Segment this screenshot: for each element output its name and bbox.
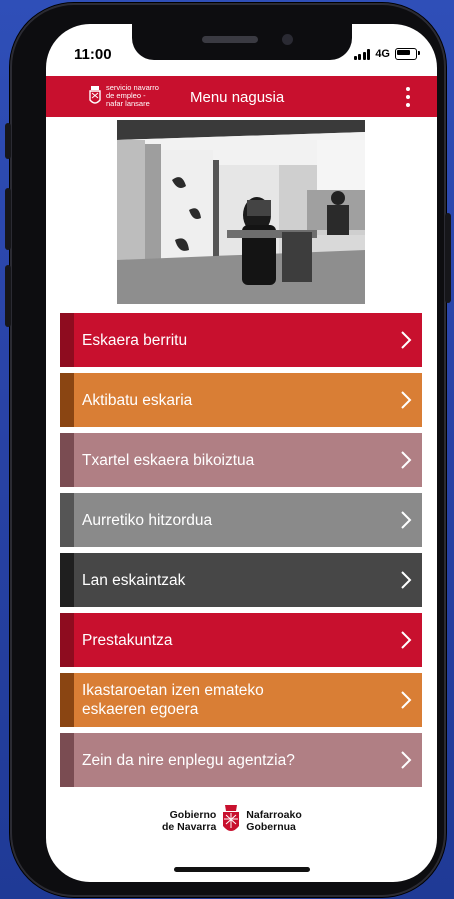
menu-item-stripe bbox=[60, 313, 74, 367]
screen: 11:00 4G servicio navarro de empleo - na… bbox=[46, 24, 437, 882]
chevron-right-icon bbox=[401, 511, 412, 529]
chevron-right-icon bbox=[401, 451, 412, 469]
menu-item-label: Zein da nire enplegu agentzia? bbox=[82, 751, 295, 769]
menu-item-txartel-eskaera[interactable]: Txartel eskaera bikoiztua bbox=[60, 433, 422, 487]
menu-item-stripe bbox=[60, 673, 74, 727]
office-photo bbox=[117, 120, 365, 304]
page-title: Menu nagusia bbox=[190, 89, 285, 106]
chevron-right-icon bbox=[401, 391, 412, 409]
menu-item-label: Eskaera berritu bbox=[82, 331, 188, 349]
footer-text-eu: Nafarroako Gobernua bbox=[246, 809, 301, 833]
footer-es-line-2: de Navarra bbox=[162, 821, 217, 833]
navarra-coat-of-arms-icon bbox=[223, 805, 240, 831]
notch bbox=[132, 24, 352, 60]
status-icons: 4G bbox=[353, 48, 420, 60]
menu-item-stripe bbox=[60, 553, 74, 607]
menu-item-prestakuntza[interactable]: Prestakuntza bbox=[60, 613, 422, 667]
home-indicator[interactable] bbox=[174, 867, 310, 872]
footer-text-es: Gobierno de Navarra bbox=[162, 809, 216, 833]
menu-item-aktibatu-eskaria[interactable]: Aktibatu eskaria bbox=[60, 373, 422, 427]
menu-item-stripe bbox=[60, 733, 74, 787]
menu-item-label-line-2: eskaeren egoera bbox=[82, 701, 199, 718]
app-header: servicio navarro de empleo - nafar lansa… bbox=[46, 76, 437, 117]
menu-item-stripe bbox=[60, 493, 74, 547]
menu-item-aurretiko-hitzordua[interactable]: Aurretiko hitzordua bbox=[60, 493, 422, 547]
menu-item-ikastaroetan-izen-emateko[interactable]: Ikastaroetan izen emateko eskaeren egoer… bbox=[60, 673, 422, 727]
gobierno-de-navarra-logo: Gobierno de Navarra Nafarroako Gobernua bbox=[162, 804, 302, 838]
chevron-right-icon bbox=[401, 331, 412, 349]
mute-switch bbox=[5, 123, 11, 159]
volume-down-button bbox=[5, 265, 11, 327]
signal-icon bbox=[353, 48, 371, 60]
menu-item-label: Aktibatu eskaria bbox=[82, 391, 193, 409]
phone-frame: 11:00 4G servicio navarro de empleo - na… bbox=[5, 3, 451, 897]
logo-text: servicio navarro de empleo - nafar lansa… bbox=[106, 84, 159, 108]
menu-item-eskaera-berritu[interactable]: Eskaera berritu bbox=[60, 313, 422, 367]
menu-item-label: Prestakuntza bbox=[82, 631, 173, 649]
footer-eu-line-2: Gobernua bbox=[246, 821, 296, 833]
menu-item-label: Aurretiko hitzordua bbox=[82, 511, 213, 529]
navarra-shield-icon bbox=[89, 86, 101, 104]
menu-item-label-line-1: Ikastaroetan izen emateko bbox=[82, 682, 264, 699]
volume-up-button bbox=[5, 188, 11, 250]
chevron-right-icon bbox=[401, 631, 412, 649]
sne-logo[interactable]: servicio navarro de empleo - nafar lansa… bbox=[88, 84, 159, 108]
footer-eu-line-1: Nafarroako bbox=[246, 809, 302, 821]
camera-dot bbox=[282, 34, 293, 45]
menu-item-stripe bbox=[60, 433, 74, 487]
menu-item-label: Txartel eskaera bikoiztua bbox=[82, 451, 255, 469]
menu-item-stripe bbox=[60, 373, 74, 427]
status-time: 11:00 bbox=[74, 46, 112, 63]
network-type: 4G bbox=[375, 48, 390, 60]
footer-es-line-1: Gobierno bbox=[169, 809, 217, 821]
speaker-grille bbox=[202, 36, 258, 43]
menu-item-lan-eskaintzak[interactable]: Lan eskaintzak bbox=[60, 553, 422, 607]
chevron-right-icon bbox=[401, 751, 412, 769]
menu-item-label: Lan eskaintzak bbox=[82, 571, 186, 589]
chevron-right-icon bbox=[401, 691, 412, 709]
menu-item-zein-da-nire-agentzia[interactable]: Zein da nire enplegu agentzia? bbox=[60, 733, 422, 787]
menu-item-stripe bbox=[60, 613, 74, 667]
menu-item-label: Ikastaroetan izen emateko eskaeren egoer… bbox=[82, 681, 264, 719]
power-button bbox=[445, 213, 451, 303]
logo-line-3: nafar lansare bbox=[106, 99, 150, 108]
kebab-menu-icon[interactable] bbox=[405, 87, 411, 107]
battery-icon bbox=[395, 48, 420, 60]
chevron-right-icon bbox=[401, 571, 412, 589]
